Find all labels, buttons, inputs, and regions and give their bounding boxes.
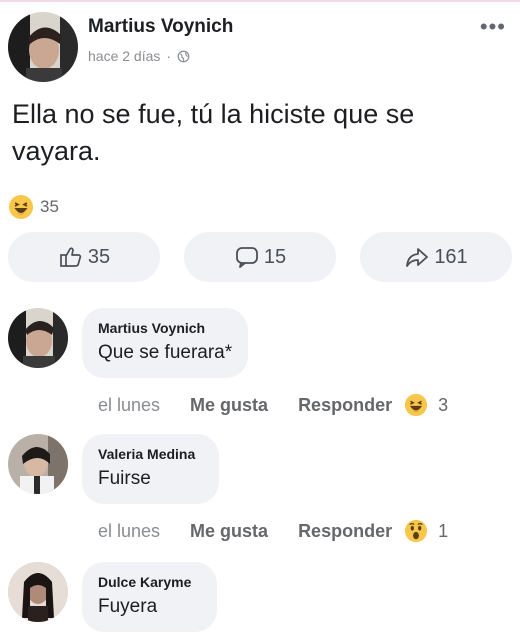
- post-time[interactable]: hace 2 días: [88, 48, 160, 64]
- comment-like-button[interactable]: Me gusta: [190, 521, 268, 542]
- globe-icon[interactable]: [177, 50, 190, 63]
- post-meta: hace 2 días ·: [88, 48, 190, 64]
- comment-like-button[interactable]: Me gusta: [190, 395, 268, 416]
- comment-count: 15: [263, 245, 287, 268]
- like-count: 35: [87, 245, 111, 268]
- comment-reply-button[interactable]: Responder: [298, 395, 392, 416]
- comment-bubble: Martius Voynich Que se fuerara*: [82, 308, 249, 378]
- share-count: 161: [434, 245, 468, 268]
- haha-emoji-icon[interactable]: [404, 393, 428, 417]
- like-button[interactable]: 35: [8, 232, 160, 282]
- comment-actions: el lunes Me gusta Responder 1: [98, 519, 448, 543]
- post-author-avatar[interactable]: [8, 12, 78, 82]
- comment-text: Fuyera: [98, 596, 158, 617]
- top-divider: [0, 0, 520, 2]
- comment-author-avatar[interactable]: [8, 562, 68, 622]
- reaction-count: 35: [40, 197, 59, 216]
- comment-author-name[interactable]: Dulce Karyme: [98, 574, 191, 590]
- comment-time[interactable]: el lunes: [98, 395, 160, 416]
- comment-reply-button[interactable]: Responder: [298, 521, 392, 542]
- comment-button[interactable]: 15: [184, 232, 336, 282]
- comment-author-name[interactable]: Valeria Medina: [98, 446, 195, 462]
- comment-time[interactable]: el lunes: [98, 521, 160, 542]
- comment-text: Fuirse: [98, 468, 151, 489]
- comment-icon: [235, 247, 258, 268]
- post-text: Ella no se fue, tú la hiciste que se vay…: [12, 99, 415, 166]
- wow-emoji-icon[interactable]: [404, 519, 428, 543]
- haha-emoji-icon: [9, 195, 33, 219]
- comment-bubble: Valeria Medina Fuirse: [82, 434, 220, 504]
- comment-reaction-count: 3: [438, 394, 449, 415]
- comment-bubble: Dulce Karyme Fuyera: [82, 562, 218, 632]
- share-icon: [406, 248, 429, 267]
- meta-separator: ·: [166, 48, 172, 64]
- comment-text: Que se fuerara*: [98, 342, 233, 363]
- post-author-name[interactable]: Martius Voynich: [88, 16, 233, 38]
- comment-author-name[interactable]: Martius Voynich: [98, 320, 232, 336]
- comment-author-avatar[interactable]: [8, 308, 68, 368]
- comment-reaction-count: 1: [438, 520, 449, 541]
- comment-actions: el lunes Me gusta Responder 3: [98, 393, 448, 417]
- reaction-summary[interactable]: 35: [8, 194, 59, 220]
- thumbs-up-icon: [60, 247, 82, 267]
- comment-author-avatar[interactable]: [8, 434, 68, 494]
- more-options-icon[interactable]: •••: [480, 16, 506, 38]
- share-button[interactable]: 161: [360, 232, 512, 282]
